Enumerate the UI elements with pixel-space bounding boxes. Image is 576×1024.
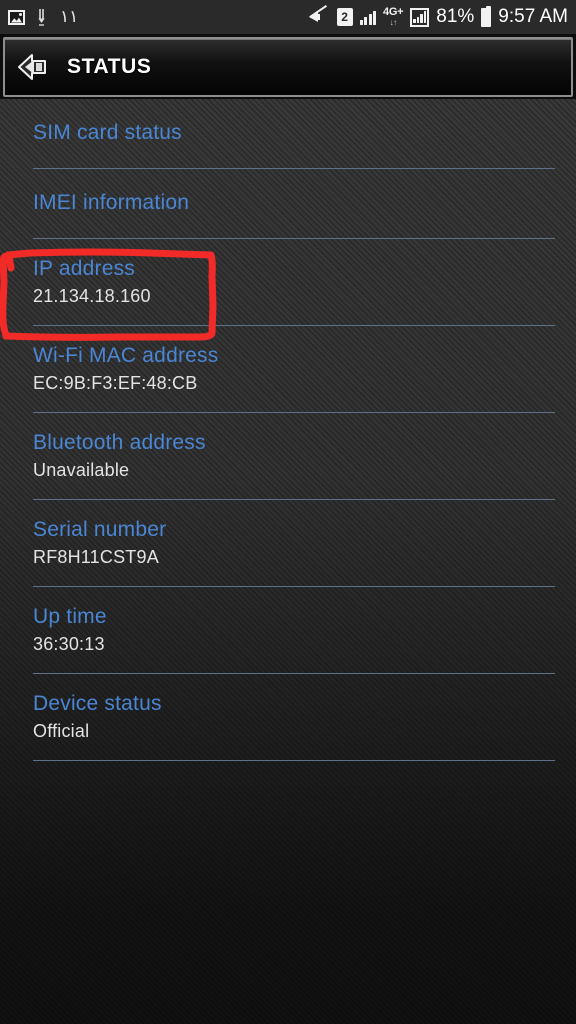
page-title: STATUS <box>67 55 152 78</box>
network-data-arrows: ↓↑ <box>389 18 398 27</box>
list-item-value: Unavailable <box>33 460 130 480</box>
battery-icon <box>481 5 492 27</box>
clock: 9:57 AM <box>498 6 568 27</box>
network-type-label: 4G <box>383 6 398 18</box>
status-bar: ١١ 2 4G+ ↓↑ 81% 9:57 AM <box>0 0 576 34</box>
status-bar-left-icons: ١١ <box>8 7 78 27</box>
mute-icon <box>308 5 330 26</box>
list-item-wifi-mac-address[interactable]: Wi-Fi MAC address EC:9B:F3:EF:48:CB <box>0 326 576 413</box>
list-item-label: SIM card status <box>33 121 182 144</box>
list-item-sim-card-status[interactable]: SIM card status <box>0 99 576 169</box>
list-item-value: EC:9B:F3:EF:48:CB <box>33 373 198 393</box>
status-list: SIM card status IMEI information IP addr… <box>0 99 576 1024</box>
arabic-numeral-indicator: ١١ <box>60 7 79 27</box>
download-icon <box>36 7 49 27</box>
battery-percent: 81% <box>436 6 475 27</box>
list-item-value: RF8H11CST9A <box>33 547 159 567</box>
list-item-imei-information[interactable]: IMEI information <box>0 169 576 239</box>
title-bar: STATUS <box>3 37 573 97</box>
back-button[interactable] <box>5 39 67 95</box>
list-item-up-time[interactable]: Up time 36:30:13 <box>0 587 576 674</box>
list-item-label: IP address <box>33 257 136 280</box>
list-item-label: Device status <box>33 692 162 715</box>
list-item-value: 21.134.18.160 <box>33 286 151 306</box>
signal-boxed-icon <box>410 7 430 27</box>
list-item-device-status[interactable]: Device status Official <box>0 674 576 761</box>
image-icon <box>8 9 25 25</box>
list-item-label: Up time <box>33 605 107 628</box>
signal-bars-icon <box>359 9 377 25</box>
list-item-value: Official <box>33 721 90 741</box>
list-item-label: Wi-Fi MAC address <box>33 344 219 367</box>
list-item-value: 36:30:13 <box>33 634 105 654</box>
list-item-ip-address[interactable]: IP address 21.134.18.160 <box>0 239 576 326</box>
network-type-icon: 4G+ ↓↑ <box>383 6 404 27</box>
status-bar-right-icons: 2 4G+ ↓↑ 81% 9:57 AM <box>308 5 568 28</box>
list-item-serial-number[interactable]: Serial number RF8H11CST9A <box>0 500 576 587</box>
network-plus: + <box>397 6 404 18</box>
list-divider <box>33 760 555 761</box>
list-item-bluetooth-address[interactable]: Bluetooth address Unavailable <box>0 413 576 500</box>
list-item-label: Serial number <box>33 518 167 541</box>
back-arrow-icon <box>18 54 46 80</box>
list-item-label: IMEI information <box>33 191 190 214</box>
sim-2-icon: 2 <box>336 8 353 26</box>
list-item-label: Bluetooth address <box>33 431 206 454</box>
